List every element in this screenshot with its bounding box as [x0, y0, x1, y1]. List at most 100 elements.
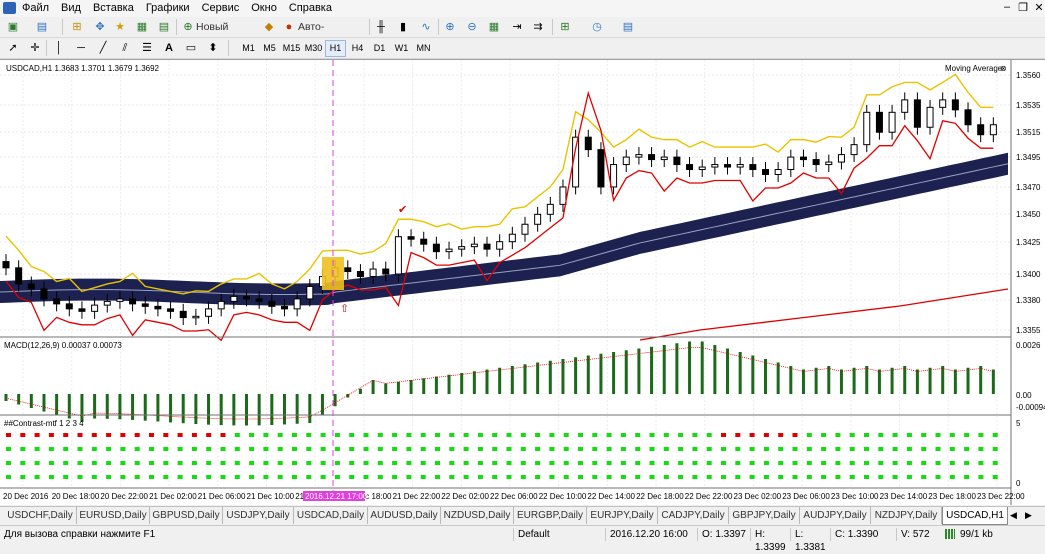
autoscroll-icon[interactable]: ⇉ — [531, 20, 545, 34]
data-window-icon[interactable]: ✥ — [93, 20, 107, 34]
timeframe-mn[interactable]: MN — [413, 40, 434, 57]
tab-eurjpy-daily[interactable]: EURJPY,Daily — [587, 507, 658, 524]
timeframe-w1[interactable]: W1 — [391, 40, 412, 57]
auto-trading-icon[interactable]: ● — [282, 20, 296, 34]
candle — [154, 305, 162, 310]
close-icon[interactable]: ✕ — [1032, 1, 1045, 14]
tabs-scroll-left-icon[interactable]: ◀ — [1010, 510, 1017, 521]
tab-usdjpy-daily[interactable]: USDJPY,Daily — [223, 507, 294, 524]
tab-nzdjpy-daily[interactable]: NZDJPY,Daily — [871, 507, 942, 524]
new-order-icon[interactable]: ⊕ — [181, 20, 195, 34]
tile-windows-icon[interactable]: ▦ — [487, 20, 501, 34]
contrast-dot — [449, 433, 455, 437]
market-watch-icon[interactable]: ⊞ — [70, 20, 84, 34]
contrast-dot — [492, 475, 498, 479]
timeframe-h4[interactable]: H4 — [347, 40, 368, 57]
tab-eurusd-daily[interactable]: EURUSD,Daily — [77, 507, 150, 524]
candlestick-icon[interactable]: ▮ — [396, 20, 410, 34]
new-order-button[interactable]: Новый ордер — [196, 19, 256, 49]
candle — [407, 236, 415, 240]
tabs-scroll-right-icon[interactable]: ▶ — [1025, 510, 1032, 521]
candle — [129, 298, 137, 305]
line-chart-icon[interactable]: ∿ — [419, 20, 433, 34]
menu-window[interactable]: Окно — [245, 0, 283, 17]
contrast-dot — [749, 475, 755, 479]
tab-gbpjpy-daily[interactable]: GBPJPY,Daily — [729, 507, 800, 524]
tab-eurgbp-daily[interactable]: EURGBP,Daily — [514, 507, 587, 524]
candle — [230, 295, 238, 302]
candle — [116, 298, 124, 302]
price-chart[interactable]: ⇧ ✔ USDCAD,H1 1.3683 1.3701 1.3679 1.3692… — [0, 60, 1045, 505]
contrast-dot — [120, 461, 126, 465]
contrast-dot — [949, 475, 955, 479]
tab-audjpy-daily[interactable]: AUDJPY,Daily — [800, 507, 871, 524]
app-icon[interactable] — [3, 2, 16, 14]
auto-trading-button[interactable]: Авто-торговля — [298, 19, 364, 49]
new-chart-icon[interactable]: ▣ — [6, 20, 20, 34]
tab-gbpusd-daily[interactable]: GBPUSD,Daily — [150, 507, 223, 524]
timeframe-m1[interactable]: M1 — [238, 40, 259, 57]
contrast-dot — [449, 475, 455, 479]
contrast-dot — [763, 433, 769, 437]
timeframe-m5[interactable]: M5 — [259, 40, 280, 57]
periods-icon[interactable]: ◷ — [590, 20, 604, 34]
contrast-dot — [992, 461, 998, 465]
horizontal-line-icon[interactable]: ─ — [74, 41, 88, 55]
menu-insert[interactable]: Вставка — [87, 0, 140, 17]
text-icon[interactable]: A — [162, 41, 176, 55]
menu-help[interactable]: Справка — [283, 0, 338, 17]
chart-shift-icon[interactable]: ⇥ — [510, 20, 524, 34]
contrast-dot — [420, 433, 426, 437]
timeframe-m30[interactable]: M30 — [303, 40, 324, 57]
menu-view[interactable]: Вид — [55, 0, 87, 17]
chart-window[interactable]: ⇧ ✔ USDCAD,H1 1.3683 1.3701 1.3679 1.3692… — [0, 59, 1045, 505]
tab-nzdusd-daily[interactable]: NZDUSD,Daily — [441, 507, 514, 524]
strategy-tester-icon[interactable]: ▤ — [157, 20, 171, 34]
candle — [179, 310, 187, 319]
profiles-icon[interactable]: ▤ — [35, 20, 49, 34]
contrast-dot — [349, 433, 355, 437]
text-label-icon[interactable]: ▭ — [184, 41, 198, 55]
zoom-out-icon[interactable]: ⊖ — [465, 20, 479, 34]
contrast-dot — [792, 433, 798, 437]
tab-usdcad-h1[interactable]: USDCAD,H1 — [942, 507, 1008, 525]
menu-tools[interactable]: Сервис — [196, 0, 246, 17]
tab-cadjpy-daily[interactable]: CADJPY,Daily — [658, 507, 729, 524]
cursor-icon[interactable]: ➚ — [6, 41, 20, 55]
crosshair-icon[interactable]: ✛ — [28, 41, 42, 55]
tab-usdcad-daily[interactable]: USDCAD,Daily — [294, 507, 368, 524]
fibonacci-icon[interactable]: ☰ — [140, 41, 154, 55]
contrast-dot — [334, 433, 340, 437]
indicators-icon[interactable]: ⊞ — [558, 20, 572, 34]
candle — [53, 298, 61, 305]
contrast-dot — [177, 461, 183, 465]
timeframe-m15[interactable]: M15 — [281, 40, 302, 57]
candle — [736, 164, 744, 168]
candle — [91, 304, 99, 312]
contrast-dot — [921, 447, 927, 451]
arrows-icon[interactable]: ⬍ — [206, 41, 220, 55]
vertical-line-icon[interactable]: │ — [52, 41, 66, 55]
tab-usdchf-daily[interactable]: USDCHF,Daily — [4, 507, 77, 524]
close-indicator-icon[interactable]: ⊗ — [1000, 64, 1007, 73]
menu-charts[interactable]: Графики — [140, 0, 196, 17]
navigator-icon[interactable]: ★ — [113, 20, 127, 34]
tab-audusd-daily[interactable]: AUDUSD,Daily — [368, 507, 441, 524]
templates-icon[interactable]: ▤ — [621, 20, 635, 34]
price-label: 1.3495 — [1016, 153, 1041, 162]
channel-icon[interactable]: ⫽ — [118, 41, 132, 55]
minimize-icon[interactable]: – — [1000, 1, 1014, 13]
price-label: 1.3380 — [1016, 296, 1041, 305]
contrast-dot — [592, 475, 598, 479]
restore-icon[interactable]: ❐ — [1016, 1, 1030, 14]
zoom-in-icon[interactable]: ⊕ — [443, 20, 457, 34]
timeframe-d1[interactable]: D1 — [369, 40, 390, 57]
contrast-dot — [821, 461, 827, 465]
bar-chart-icon[interactable]: ╫ — [374, 20, 388, 34]
candle — [774, 169, 782, 176]
terminal-icon[interactable]: ▦ — [135, 20, 149, 34]
trendline-icon[interactable]: ╱ — [96, 41, 110, 55]
metaeditor-icon[interactable]: ◆ — [262, 20, 276, 34]
contrast-dot — [635, 447, 641, 451]
timeframe-h1[interactable]: H1 — [325, 40, 346, 57]
